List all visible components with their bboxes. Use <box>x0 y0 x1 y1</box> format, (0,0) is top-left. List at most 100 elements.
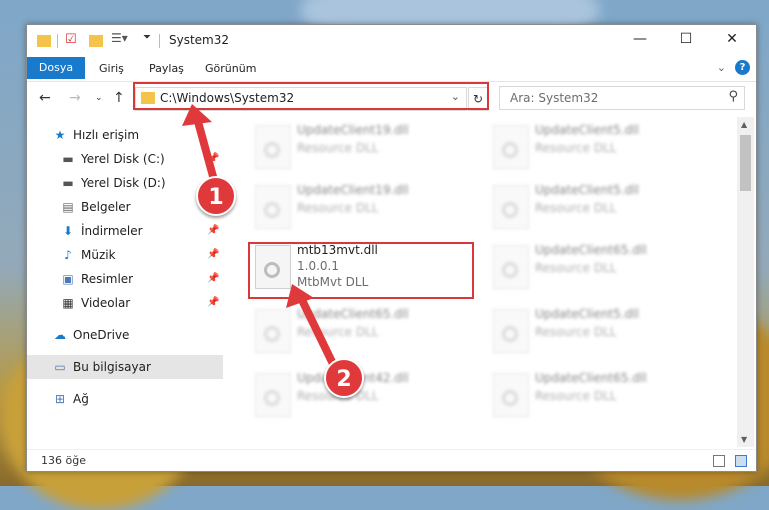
sidebar-item-network[interactable]: ⊞ Ağ <box>27 387 223 411</box>
dll-file-icon <box>493 125 529 169</box>
file-item[interactable]: UpdateClient19.dll Resource DLL <box>249 181 479 237</box>
dll-file-icon <box>255 185 291 229</box>
window-title: System32 <box>169 33 230 47</box>
file-description: Resource DLL <box>297 325 379 339</box>
scrollbar-thumb[interactable] <box>740 135 751 191</box>
sidebar-item-downloads[interactable]: ⬇ İndirmeler 📌 <box>27 219 223 243</box>
sidebar-item-documents[interactable]: ▤ Belgeler <box>27 195 223 219</box>
file-description: Resource DLL <box>297 141 379 155</box>
sidebar-item-label: OneDrive <box>73 328 130 342</box>
dll-file-icon <box>493 373 529 417</box>
tab-home[interactable]: Giriş <box>99 60 124 78</box>
search-icon: ⚲ <box>728 89 738 104</box>
recent-locations-dropdown-icon[interactable]: ⌄ <box>95 93 103 103</box>
file-item[interactable]: UpdateClient5.dll Resource DLL <box>487 121 717 177</box>
file-description: Resource DLL <box>535 201 617 215</box>
sidebar-item-label: Müzik <box>81 248 116 262</box>
sidebar-item-quick-access[interactable]: ★ Hızlı erişim <box>27 123 223 147</box>
file-name: UpdateClient19.dll <box>297 123 409 137</box>
file-item[interactable]: UpdateClient19.dll Resource DLL <box>249 121 479 177</box>
file-name: UpdateClient5.dll <box>535 307 639 321</box>
tab-file[interactable]: Dosya <box>27 57 85 79</box>
pin-icon[interactable]: 📌 <box>207 147 219 171</box>
sidebar-item-pictures[interactable]: ▣ Resimler 📌 <box>27 267 223 291</box>
dll-file-icon <box>493 309 529 353</box>
pin-icon[interactable]: 📌 <box>207 243 219 267</box>
chevron-down-icon[interactable]: ⌄ <box>717 61 726 74</box>
file-name: UpdateClient65.dll <box>297 307 409 321</box>
step-1-badge: 1 <box>196 176 236 216</box>
cloud-icon: ☁ <box>54 328 66 342</box>
sidebar-item-label: Hızlı erişim <box>73 128 140 142</box>
minimize-button[interactable]: — <box>617 31 663 51</box>
sidebar-item-label: Videolar <box>81 296 131 310</box>
toolbar-dropdown-icon[interactable]: ⏷ <box>143 32 151 43</box>
close-button[interactable]: ✕ <box>709 31 755 51</box>
tab-view[interactable]: Görünüm <box>205 60 256 78</box>
new-folder-icon[interactable] <box>89 35 103 47</box>
download-icon: ⬇ <box>62 224 74 238</box>
folder-icon <box>37 35 51 47</box>
back-arrow-icon[interactable]: ← <box>39 90 51 106</box>
file-item[interactable]: UpdateClient65.dll Resource DLL <box>487 369 717 425</box>
title-bar: ☑ ☰▾ ⏷ System32 — ☐ ✕ <box>27 25 756 57</box>
scroll-up-icon[interactable]: ▲ <box>741 120 747 129</box>
file-item[interactable]: UpdateClient5.dll Resource DLL <box>487 181 717 237</box>
file-item[interactable]: UpdateClient42.dll Resource DLL <box>249 369 479 425</box>
sidebar-item-local-disk-d[interactable]: ▬ Yerel Disk (D:) <box>27 171 223 195</box>
separator <box>159 34 160 48</box>
scroll-down-icon[interactable]: ▼ <box>741 435 747 444</box>
help-icon[interactable]: ? <box>735 60 750 75</box>
forward-arrow-icon[interactable]: → <box>69 90 81 106</box>
file-item[interactable]: UpdateClient5.dll Resource DLL <box>487 305 717 361</box>
maximize-button[interactable]: ☐ <box>663 31 709 51</box>
video-icon: ▦ <box>62 296 74 310</box>
sidebar-item-videos[interactable]: ▦ Videolar 📌 <box>27 291 223 315</box>
dll-file-icon <box>493 245 529 289</box>
properties-icon[interactable]: ☑ <box>65 32 77 47</box>
details-view-icon[interactable] <box>713 455 725 467</box>
status-bar: 136 öğe <box>27 449 756 472</box>
pin-icon[interactable]: 📌 <box>207 219 219 243</box>
ribbon-tabs: Dosya Giriş Paylaş Görünüm ⌄ ? <box>27 57 756 79</box>
file-description: Resource DLL <box>535 325 617 339</box>
file-explorer-window: ☑ ☰▾ ⏷ System32 — ☐ ✕ Dosya Giriş Paylaş… <box>26 24 757 472</box>
sidebar-item-label: Ağ <box>73 392 89 406</box>
dll-file-icon <box>255 373 291 417</box>
dll-file-icon <box>255 309 291 353</box>
sidebar-item-local-disk-c[interactable]: ▬ Yerel Disk (C:) 📌 <box>27 147 223 171</box>
computer-icon: ▭ <box>54 360 66 374</box>
file-name: UpdateClient19.dll <box>297 183 409 197</box>
sidebar-item-label: Belgeler <box>81 200 131 214</box>
sidebar-item-this-pc[interactable]: ▭ Bu bilgisayar <box>27 355 223 379</box>
tiles-view-icon[interactable] <box>735 455 747 467</box>
drive-icon: ▬ <box>62 152 74 166</box>
sidebar-item-onedrive[interactable]: ☁ OneDrive <box>27 323 223 347</box>
separator <box>57 34 58 48</box>
sidebar-item-label: Yerel Disk (D:) <box>81 176 166 190</box>
pin-icon[interactable]: 📌 <box>207 291 219 315</box>
customize-toolbar-icon[interactable]: ☰▾ <box>111 31 128 45</box>
search-input[interactable]: Ara: System32 ⚲ <box>499 86 745 110</box>
search-placeholder: Ara: System32 <box>510 91 599 105</box>
file-description: Resource DLL <box>297 201 379 215</box>
sidebar-item-music[interactable]: ♪ Müzik 📌 <box>27 243 223 267</box>
item-count: 136 öğe <box>41 454 86 467</box>
drive-icon: ▬ <box>62 176 74 190</box>
file-item[interactable]: UpdateClient65.dll Resource DLL <box>487 241 717 297</box>
sidebar-item-label: Resimler <box>81 272 134 286</box>
dll-file-icon <box>255 125 291 169</box>
sidebar-item-label: İndirmeler <box>81 224 143 238</box>
sidebar-item-label: Yerel Disk (C:) <box>81 152 165 166</box>
file-item[interactable]: UpdateClient65.dll Resource DLL <box>249 305 479 361</box>
pictures-icon: ▣ <box>62 272 74 286</box>
document-icon: ▤ <box>62 200 74 214</box>
vertical-scrollbar[interactable]: ▲ ▼ <box>737 117 754 447</box>
pin-icon[interactable]: 📌 <box>207 267 219 291</box>
navigation-pane: ★ Hızlı erişim ▬ Yerel Disk (C:) 📌 ▬ Yer… <box>27 117 223 447</box>
file-description: Resource DLL <box>535 261 617 275</box>
file-name: UpdateClient65.dll <box>535 243 647 257</box>
dll-file-icon <box>493 185 529 229</box>
tab-share[interactable]: Paylaş <box>149 60 184 78</box>
up-arrow-icon[interactable]: ↑ <box>113 90 125 106</box>
